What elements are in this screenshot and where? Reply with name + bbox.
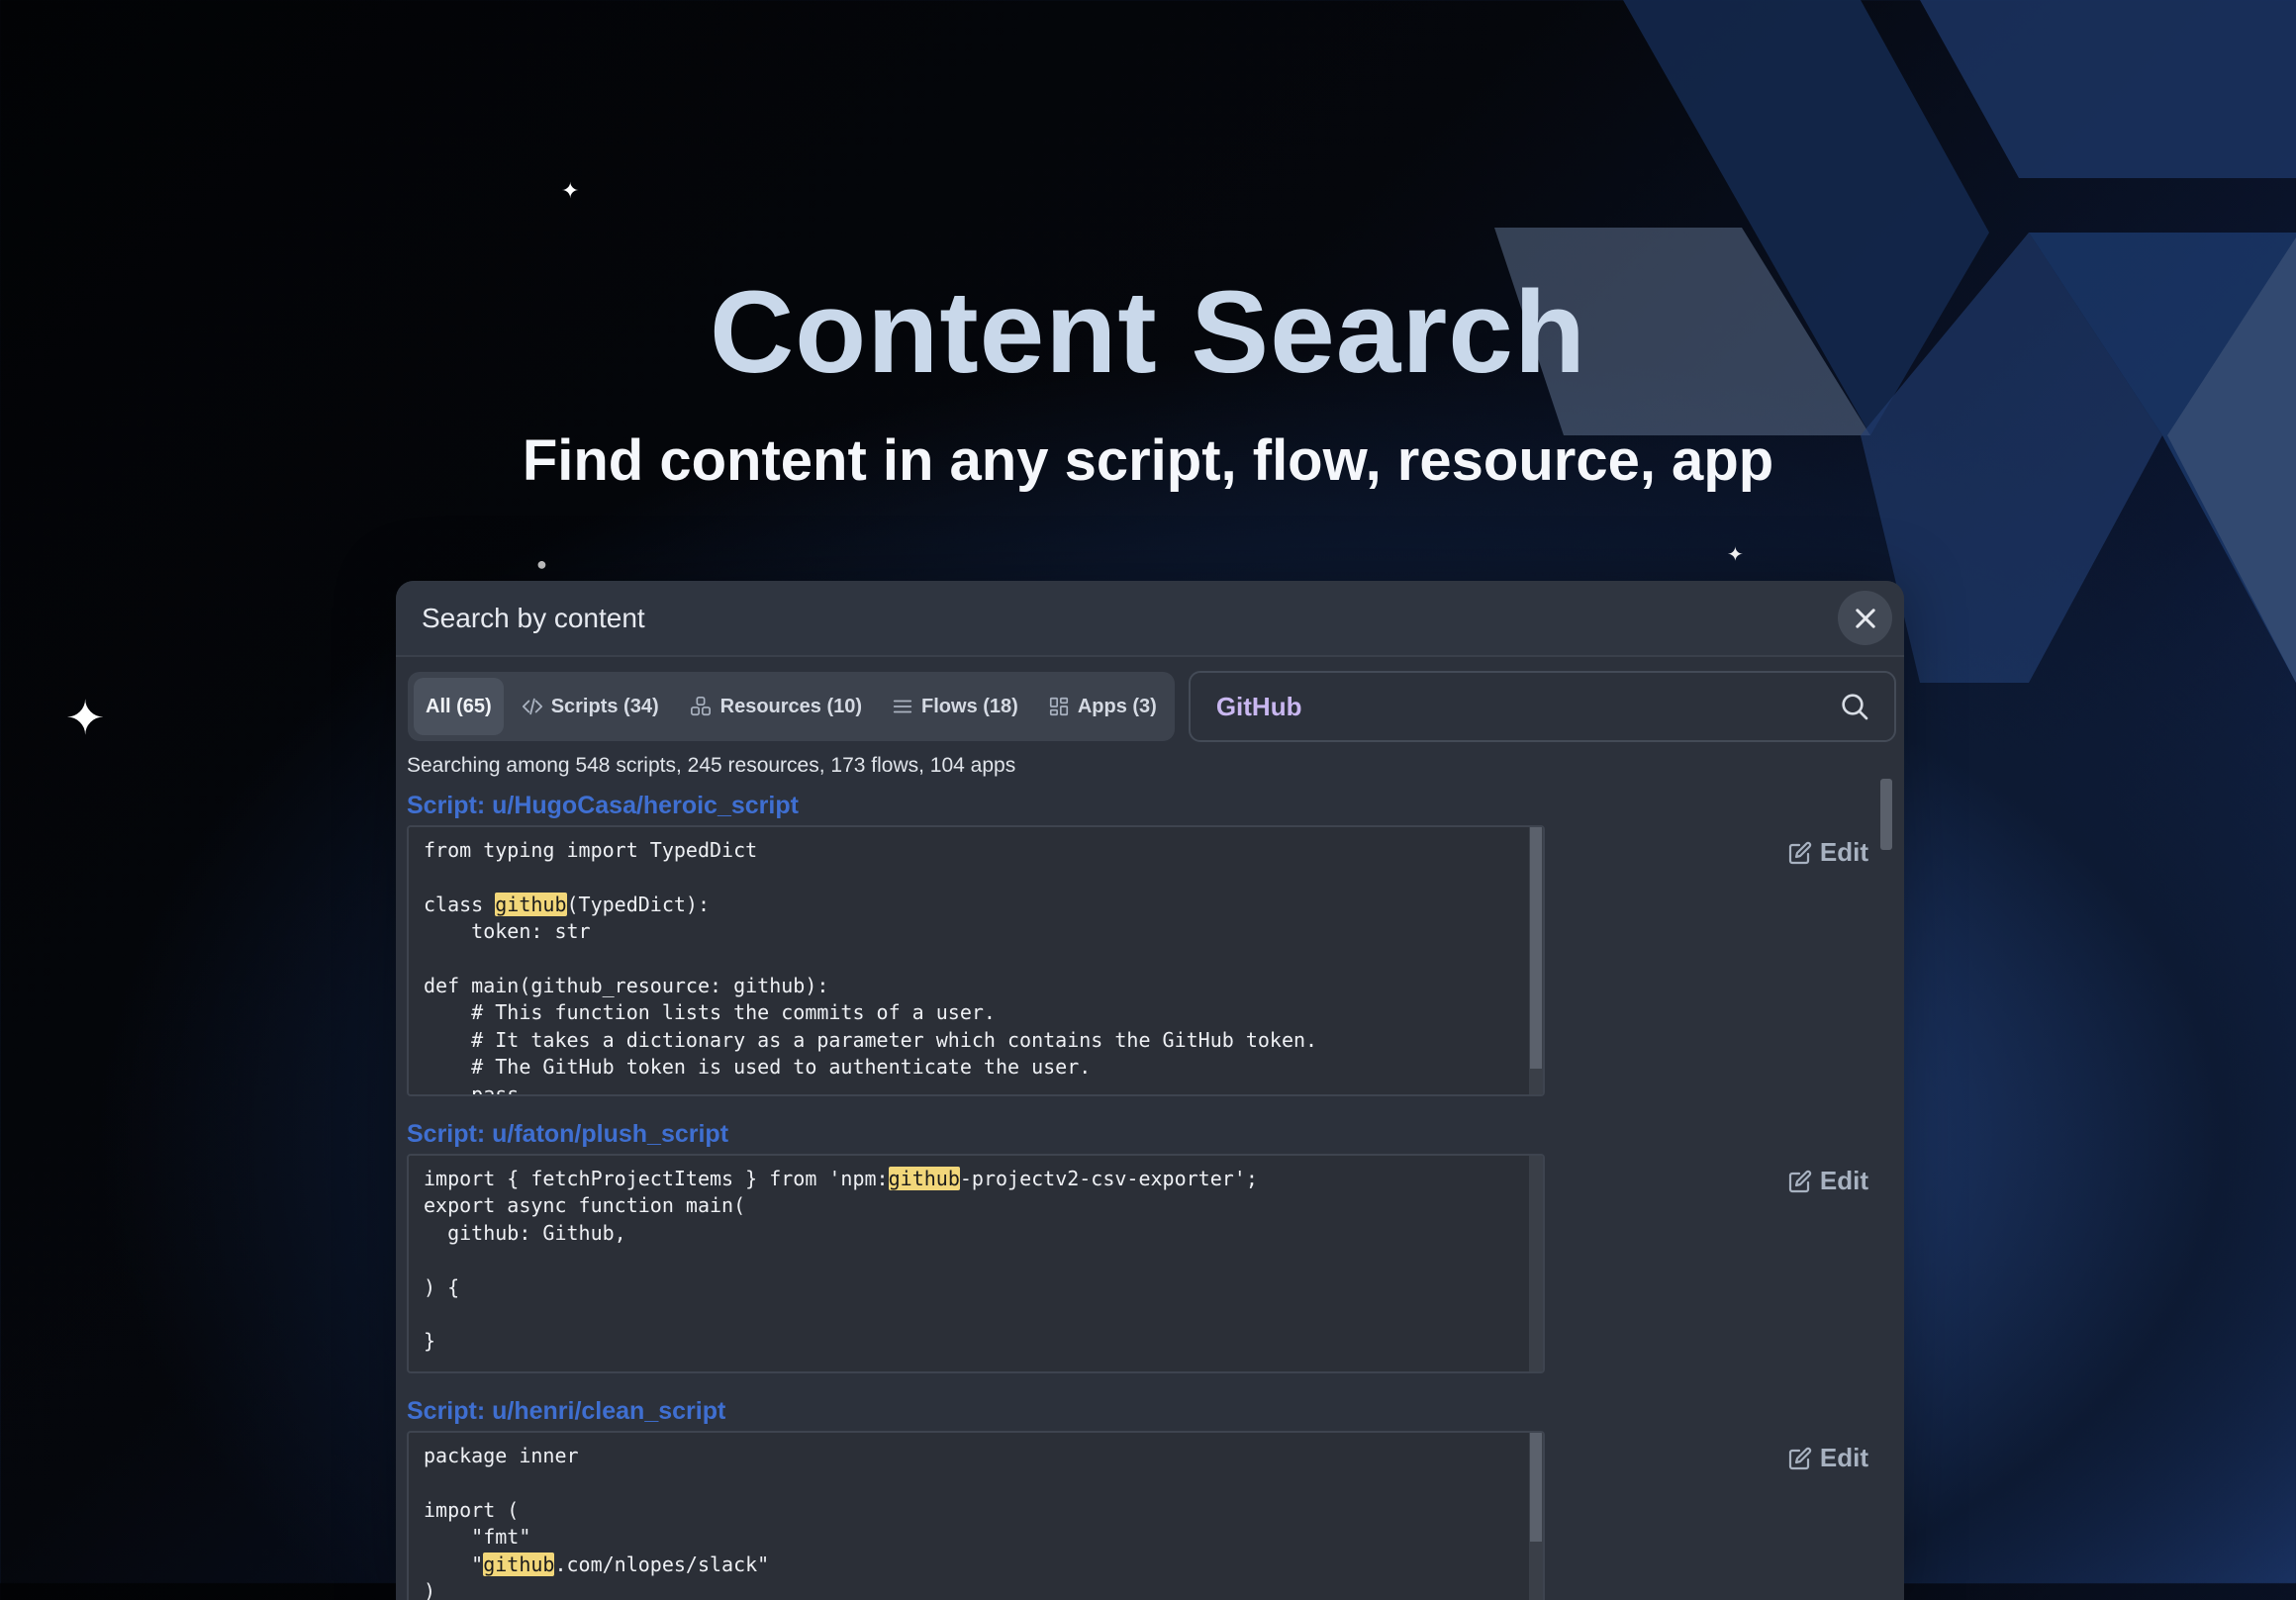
- match-highlight: github: [483, 1552, 555, 1576]
- tab-flows[interactable]: Flows (18): [880, 678, 1030, 735]
- result-title-link[interactable]: Script: u/HugoCasa/heroic_script: [407, 792, 1904, 821]
- code-scrollbar[interactable]: [1529, 827, 1543, 1094]
- modal-title: Search by content: [422, 602, 645, 633]
- match-highlight: github: [888, 1167, 960, 1190]
- edit-label: Edit: [1819, 1443, 1868, 1472]
- search-field[interactable]: [1188, 671, 1896, 742]
- page-subtitle: Find content in any script, flow, resour…: [522, 428, 1774, 493]
- bars-icon: [893, 700, 912, 713]
- code-scrollbar-thumb[interactable]: [1530, 1433, 1542, 1542]
- star-decoration: ✦: [561, 178, 580, 203]
- code-text: import { fetchProjectItems } from 'npm:g…: [424, 1167, 1258, 1354]
- tab-all[interactable]: All (65): [414, 678, 504, 735]
- results-scrollbar[interactable]: [1880, 779, 1892, 850]
- tab-label: Flows (18): [921, 695, 1018, 717]
- code-scrollbar-thumb[interactable]: [1530, 827, 1542, 1069]
- code-preview[interactable]: package inner import ( "fmt" "github.com…: [407, 1431, 1545, 1600]
- edit-button[interactable]: Edit: [1788, 1443, 1868, 1473]
- edit-icon: [1788, 1170, 1812, 1192]
- star-decoration: ●: [536, 554, 547, 574]
- result-item: import { fetchProjectItems } from 'npm:g…: [407, 1154, 1904, 1373]
- result-title-link[interactable]: Script: u/henri/clean_script: [407, 1397, 1904, 1427]
- modal-header: Search by content: [396, 581, 1904, 657]
- tab-label: Resources (10): [719, 695, 863, 717]
- star-decoration: ✦: [1727, 544, 1744, 566]
- code-preview[interactable]: from typing import TypedDict class githu…: [407, 825, 1545, 1096]
- star-decoration: ✦: [65, 693, 106, 745]
- search-icon[interactable]: [1839, 691, 1870, 722]
- code-scrollbar[interactable]: [1529, 1156, 1543, 1371]
- results-list: Script: u/HugoCasa/heroic_script from ty…: [396, 792, 1904, 1600]
- search-toolbar: All (65) Scripts (34) Resources (10) Flo…: [396, 657, 1904, 742]
- boxes-icon: [690, 697, 711, 716]
- code-text: package inner import ( "fmt" "github.com…: [424, 1444, 770, 1600]
- result-item: from typing import TypedDict class githu…: [407, 825, 1904, 1096]
- grid-icon: [1049, 697, 1068, 716]
- result-title-link[interactable]: Script: u/faton/plush_script: [407, 1120, 1904, 1150]
- search-summary: Searching among 548 scripts, 245 resourc…: [407, 754, 1016, 777]
- edit-button[interactable]: Edit: [1788, 837, 1868, 868]
- search-input[interactable]: [1213, 690, 1839, 723]
- match-highlight: github: [495, 892, 567, 916]
- content-search-modal: Search by content All (65) Scripts (34): [396, 581, 1904, 1600]
- close-button[interactable]: [1838, 591, 1892, 645]
- tab-resources[interactable]: Resources (10): [677, 678, 874, 735]
- tab-label: Scripts (34): [550, 695, 659, 717]
- edit-icon: [1788, 1447, 1812, 1469]
- edit-icon: [1788, 841, 1812, 864]
- edit-button[interactable]: Edit: [1788, 1166, 1868, 1196]
- close-icon: [1855, 608, 1875, 628]
- filter-tabs: All (65) Scripts (34) Resources (10) Flo…: [408, 672, 1175, 741]
- code-text: from typing import TypedDict class githu…: [424, 838, 1318, 1096]
- tab-apps[interactable]: Apps (3): [1036, 678, 1169, 735]
- edit-label: Edit: [1819, 1166, 1868, 1195]
- tab-label: All (65): [426, 695, 492, 717]
- tab-label: Apps (3): [1077, 695, 1157, 717]
- code-preview[interactable]: import { fetchProjectItems } from 'npm:g…: [407, 1154, 1545, 1373]
- page-title: Content Search: [709, 267, 1587, 398]
- code-icon: [522, 698, 542, 715]
- edit-label: Edit: [1819, 837, 1868, 867]
- result-item: package inner import ( "fmt" "github.com…: [407, 1431, 1904, 1600]
- code-scrollbar[interactable]: [1529, 1433, 1543, 1600]
- tab-scripts[interactable]: Scripts (34): [510, 678, 671, 735]
